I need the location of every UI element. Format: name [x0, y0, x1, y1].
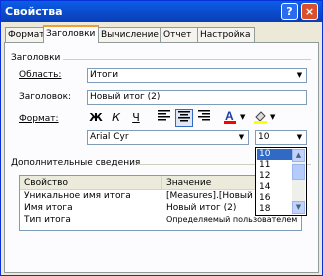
font-family-select[interactable]: Arial Cyr ▼	[87, 130, 249, 145]
italic-button[interactable]: К	[107, 109, 125, 127]
caption-label: Заголовок:	[19, 92, 72, 102]
size-option[interactable]: 18	[257, 204, 293, 215]
tab-settings[interactable]: Настройка	[197, 27, 255, 42]
fill-color-button[interactable]: ▼	[253, 109, 279, 127]
tab-format[interactable]: Формат	[5, 27, 45, 42]
font-color-icon: A ▼	[224, 109, 246, 124]
svg-text:▼: ▼	[240, 113, 246, 121]
font-size-dropdown-list: 10 11 12 14 16 18 ▲ ▼	[255, 147, 307, 216]
format-label: Формат:	[19, 114, 59, 124]
section-header-extra: Дополнительные сведения	[11, 158, 141, 168]
align-center-button[interactable]	[175, 109, 193, 127]
underline-button[interactable]: Ч	[127, 109, 145, 127]
title-bar: Свойства ? ×	[1, 1, 322, 22]
svg-text:A: A	[225, 109, 234, 123]
help-button[interactable]: ?	[281, 3, 298, 20]
properties-dialog: Свойства ? × Формат Заголовки Вычисление…	[0, 0, 323, 276]
section-header-captions: Заголовки	[11, 53, 61, 63]
size-option[interactable]: 16	[257, 193, 293, 204]
caption-input[interactable]: Новый итог (2)	[87, 90, 307, 105]
section-divider	[63, 59, 311, 60]
tab-calculation[interactable]: Вычисление	[98, 27, 161, 42]
size-option[interactable]: 10	[257, 149, 293, 160]
size-option[interactable]: 11	[257, 160, 293, 171]
column-header-property[interactable]: Свойство	[20, 176, 162, 190]
chevron-down-icon[interactable]: ▼	[294, 132, 305, 143]
area-select[interactable]: Итоги ▼	[87, 68, 307, 83]
align-right-button[interactable]	[195, 109, 213, 127]
scroll-down-icon[interactable]: ▼	[292, 201, 305, 214]
area-label: Область:	[19, 70, 62, 80]
chevron-down-icon[interactable]: ▼	[294, 70, 305, 81]
size-option[interactable]: 12	[257, 171, 293, 182]
table-row-property: Тип итога	[24, 215, 71, 225]
caption-value: Новый итог (2)	[90, 92, 161, 102]
bold-button[interactable]: Ж	[87, 109, 105, 127]
chevron-down-icon[interactable]: ▼	[236, 132, 247, 143]
font-color-button[interactable]: A ▼	[223, 109, 249, 127]
table-row-property: Имя итога	[24, 203, 73, 213]
table-row-property: Уникальное имя итога	[24, 191, 131, 201]
tab-report[interactable]: Отчет	[160, 27, 198, 42]
size-option[interactable]: 14	[257, 182, 293, 193]
align-center-icon	[178, 111, 190, 122]
window-title: Свойства	[5, 5, 63, 18]
align-left-button[interactable]	[155, 109, 173, 127]
close-button[interactable]: ×	[301, 3, 318, 20]
font-size-select[interactable]: 10 ▼	[255, 130, 307, 145]
tab-captions[interactable]: Заголовки	[43, 25, 99, 43]
font-size-value: 10	[258, 132, 270, 142]
area-value: Итоги	[90, 70, 119, 80]
align-right-icon	[198, 110, 210, 121]
scroll-up-icon[interactable]: ▲	[292, 149, 305, 162]
align-left-icon	[158, 110, 170, 121]
dropdown-scrollbar[interactable]: ▲ ▼	[292, 149, 305, 214]
fill-color-icon: ▼	[254, 111, 276, 124]
font-family-value: Arial Cyr	[90, 132, 129, 142]
svg-text:▼: ▼	[270, 113, 276, 121]
scroll-thumb[interactable]	[292, 164, 305, 180]
